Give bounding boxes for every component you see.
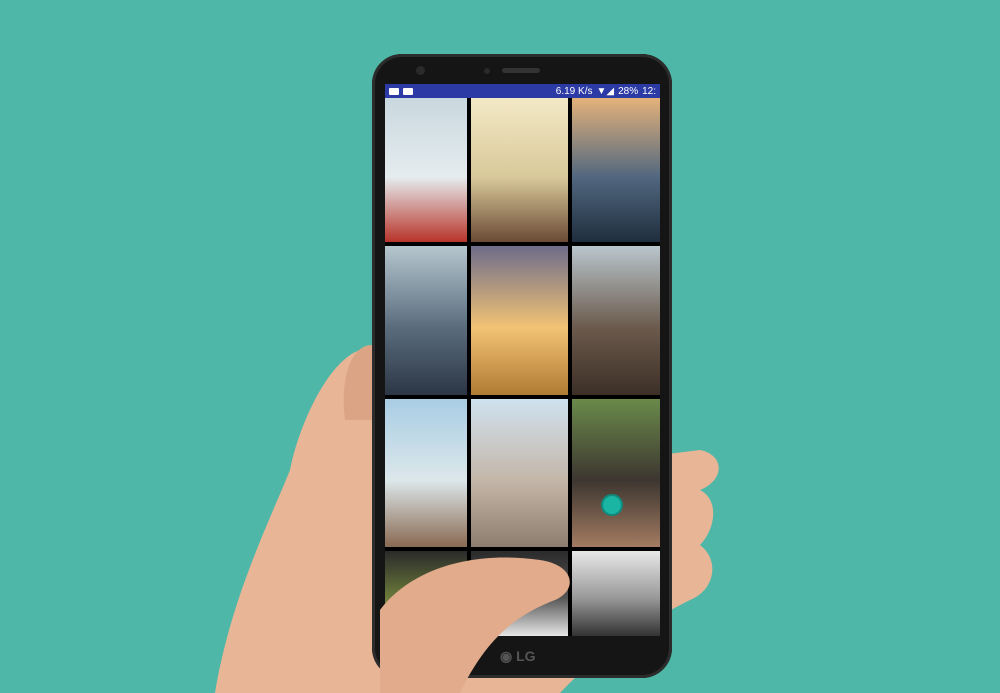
gallery-image-pyramid-building[interactable]: [572, 246, 660, 395]
gallery-image-rainbow-sky[interactable]: [385, 399, 467, 547]
network-speed: 6.19 K/s: [555, 85, 593, 97]
gallery-image-city-skyline-water[interactable]: [572, 98, 660, 242]
youtube-notification-icon: [403, 87, 413, 95]
front-camera-icon: [416, 66, 425, 75]
gallery-image-sunset-field[interactable]: [471, 246, 568, 395]
battery-level: 28%: [618, 85, 639, 97]
thumb: [380, 557, 570, 693]
clock: 12:: [642, 85, 656, 97]
gallery-image-golden-gate-bridge[interactable]: [385, 98, 467, 242]
gallery-image-food-market[interactable]: [572, 399, 660, 547]
gallery-image-dreamcatcher[interactable]: [471, 98, 568, 242]
sensor-icon: [484, 68, 490, 74]
earpiece-speaker: [502, 68, 540, 73]
wifi-icon: ▼◢: [596, 85, 615, 97]
status-bar: 6.19 K/s ▼◢ 28% 12:: [385, 84, 660, 98]
gallery-image-speaker-window[interactable]: [572, 551, 660, 636]
floating-action-button[interactable]: [601, 494, 623, 516]
gallery-image-rooftops-city[interactable]: [385, 246, 467, 395]
youtube-notification-icon: [389, 87, 399, 95]
gallery-image-leaning-tower-pisa[interactable]: [471, 399, 568, 547]
